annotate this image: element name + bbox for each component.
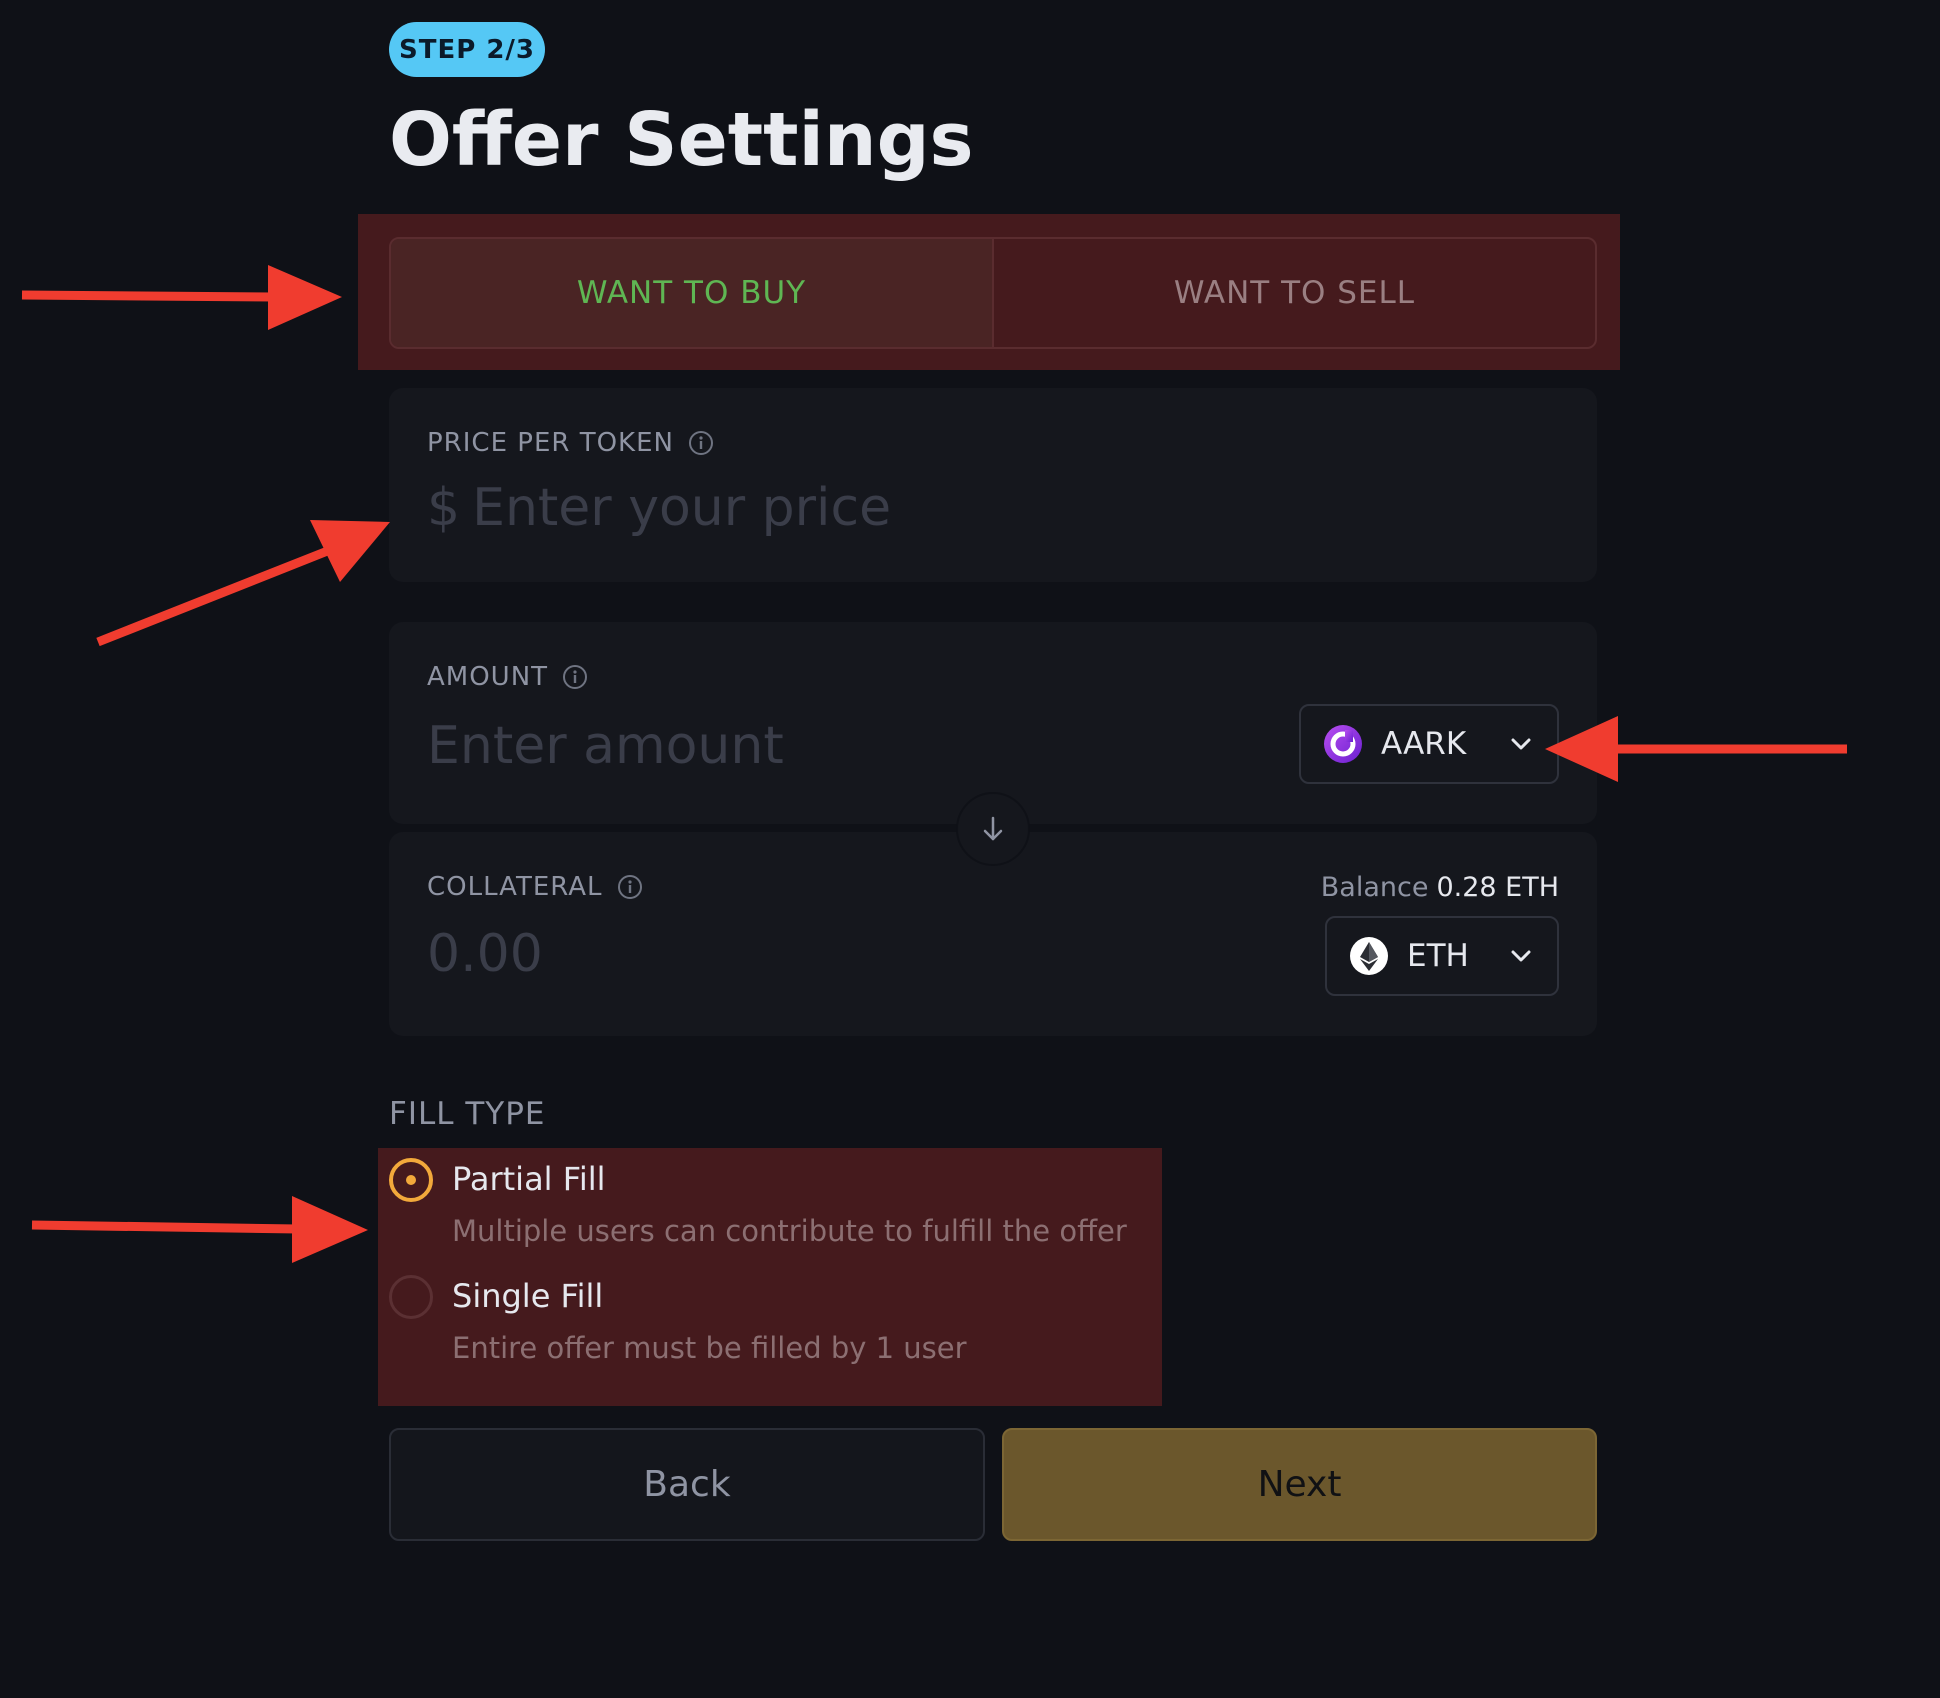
collateral-label-row: COLLATERAL (427, 872, 643, 902)
annotation-arrow-price (96, 520, 390, 647)
price-per-token-label-row: PRICE PER TOKEN (427, 428, 714, 458)
balance-label: Balance (1320, 872, 1429, 903)
info-icon[interactable] (562, 664, 588, 690)
amount-token-select[interactable]: AARK (1299, 704, 1559, 784)
single-fill-radio[interactable] (389, 1275, 433, 1319)
collateral-value[interactable]: 0.00 (427, 924, 543, 984)
amount-token-name: AARK (1381, 726, 1467, 762)
want-to-sell-button[interactable]: WANT TO SELL (994, 239, 1595, 347)
trade-direction-toggle: WANT TO BUY WANT TO SELL (389, 237, 1597, 349)
balance-value: 0.28 ETH (1436, 872, 1559, 903)
single-fill-title: Single Fill (452, 1277, 604, 1315)
partial-fill-title: Partial Fill (452, 1160, 606, 1198)
arrow-down-icon (983, 816, 1003, 841)
page-title: Offer Settings (389, 97, 974, 183)
price-input[interactable] (472, 478, 1373, 538)
collateral-label: COLLATERAL (427, 872, 603, 902)
next-button[interactable]: Next (1002, 1428, 1597, 1541)
amount-label-row: AMOUNT (427, 662, 588, 692)
back-button[interactable]: Back (389, 1428, 985, 1541)
info-icon[interactable] (688, 430, 714, 456)
price-input-row: $ (427, 478, 1373, 538)
partial-fill-description: Multiple users can contribute to fulfill… (452, 1214, 1127, 1248)
chevron-down-icon (1511, 950, 1531, 962)
amount-input[interactable] (427, 716, 1127, 776)
partial-fill-radio[interactable] (389, 1158, 433, 1202)
info-icon[interactable] (617, 874, 643, 900)
eth-logo-icon (1350, 937, 1388, 975)
currency-symbol: $ (427, 478, 461, 538)
collateral-token-name: ETH (1407, 938, 1469, 974)
want-to-buy-button[interactable]: WANT TO BUY (391, 239, 994, 347)
price-per-token-panel: PRICE PER TOKEN $ (389, 388, 1597, 582)
price-per-token-label: PRICE PER TOKEN (427, 428, 674, 458)
aark-logo-icon (1324, 725, 1362, 763)
annotation-arrow-fill-type (31, 1196, 368, 1263)
step-badge: STEP 2/3 (389, 22, 545, 77)
single-fill-description: Entire offer must be filled by 1 user (452, 1331, 967, 1365)
fill-type-label: FILL TYPE (389, 1096, 546, 1132)
annotation-arrow-trade-toggle (21, 265, 342, 330)
swap-direction-button[interactable] (956, 792, 1030, 866)
chevron-down-icon (1511, 738, 1531, 750)
offer-settings-page: STEP 2/3 Offer Settings WANT TO BUY WANT… (0, 0, 1940, 1698)
amount-label: AMOUNT (427, 662, 549, 692)
balance-display: Balance 0.28 ETH (1321, 872, 1559, 903)
collateral-token-select[interactable]: ETH (1325, 916, 1559, 996)
